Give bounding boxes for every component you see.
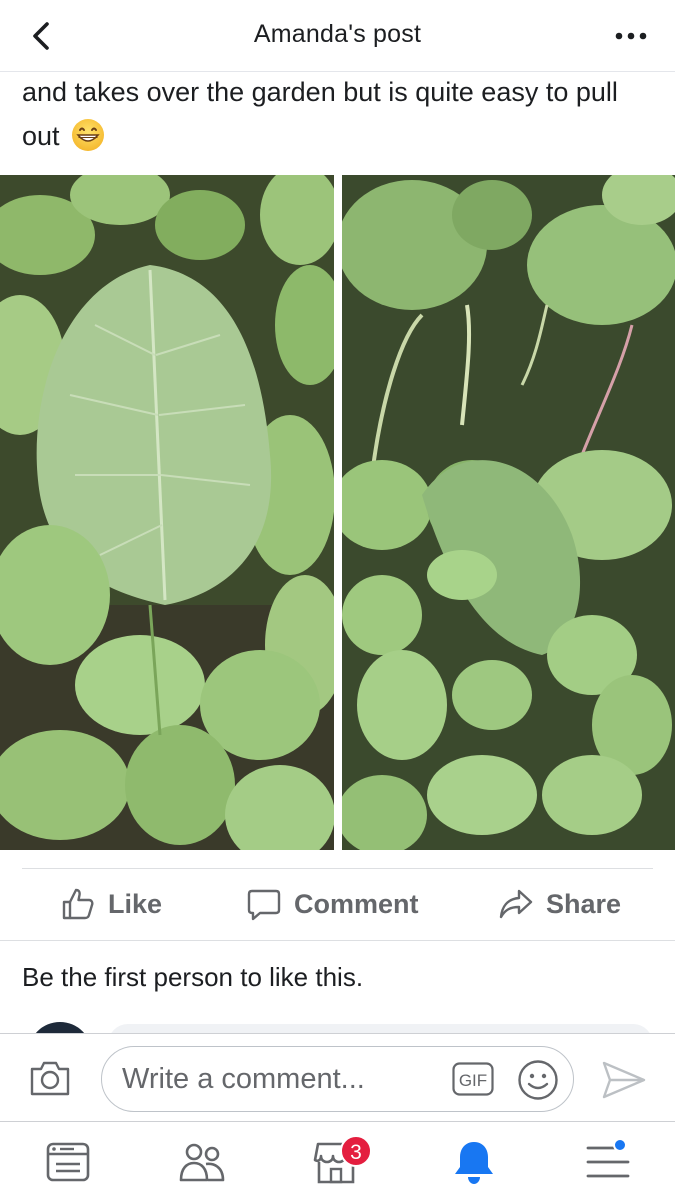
comment-button[interactable]: Comment: [246, 886, 419, 922]
action-divider-top: [22, 868, 653, 869]
post-text: and takes over the garden but is quite e…: [22, 70, 652, 158]
like-label: Like: [108, 888, 163, 919]
gif-icon[interactable]: GIF: [452, 1062, 494, 1096]
more-dots-icon[interactable]: [613, 24, 649, 48]
send-icon[interactable]: [601, 1060, 647, 1100]
page-title: Amanda's post: [253, 20, 422, 48]
grinning-face-icon: [72, 118, 105, 151]
post-header: Amanda's post: [0, 0, 675, 72]
chevron-left-icon[interactable]: [26, 20, 58, 52]
comment-composer: GIF: [0, 1033, 675, 1121]
bottom-nav: [0, 1121, 675, 1200]
marketplace-badge: 3: [340, 1135, 372, 1167]
share-button[interactable]: Share: [498, 886, 621, 922]
camera-icon[interactable]: [28, 1058, 72, 1098]
comment-bubble-icon: [247, 889, 281, 921]
action-divider-bottom: [0, 940, 675, 941]
leafy-weeds-photo-right: [342, 175, 675, 850]
share-label: Share: [546, 888, 622, 919]
post-photo-left[interactable]: [0, 175, 334, 850]
reactions-summary: Be the first person to like this.: [22, 962, 364, 992]
post-actions: Like Comment Share: [0, 870, 675, 940]
share-arrow-icon: [499, 889, 533, 919]
comment-input-wrapper: GIF: [101, 1046, 574, 1112]
friends-icon[interactable]: [178, 1138, 226, 1186]
comment-input[interactable]: [122, 1055, 442, 1103]
news-feed-icon[interactable]: [44, 1138, 92, 1186]
menu-notification-dot: [613, 1138, 627, 1152]
like-button[interactable]: Like: [60, 886, 162, 922]
emoji-smile-icon[interactable]: [517, 1059, 559, 1101]
thumbs-up-icon: [62, 888, 94, 920]
notifications-bell-icon[interactable]: [450, 1138, 498, 1186]
gif-label: GIF: [459, 1071, 487, 1090]
post-photo-right[interactable]: [342, 175, 675, 850]
comment-label: Comment: [294, 888, 419, 919]
post-text-body: and takes over the garden but is quite e…: [22, 77, 618, 151]
leafy-weeds-photo-left: [0, 175, 334, 850]
